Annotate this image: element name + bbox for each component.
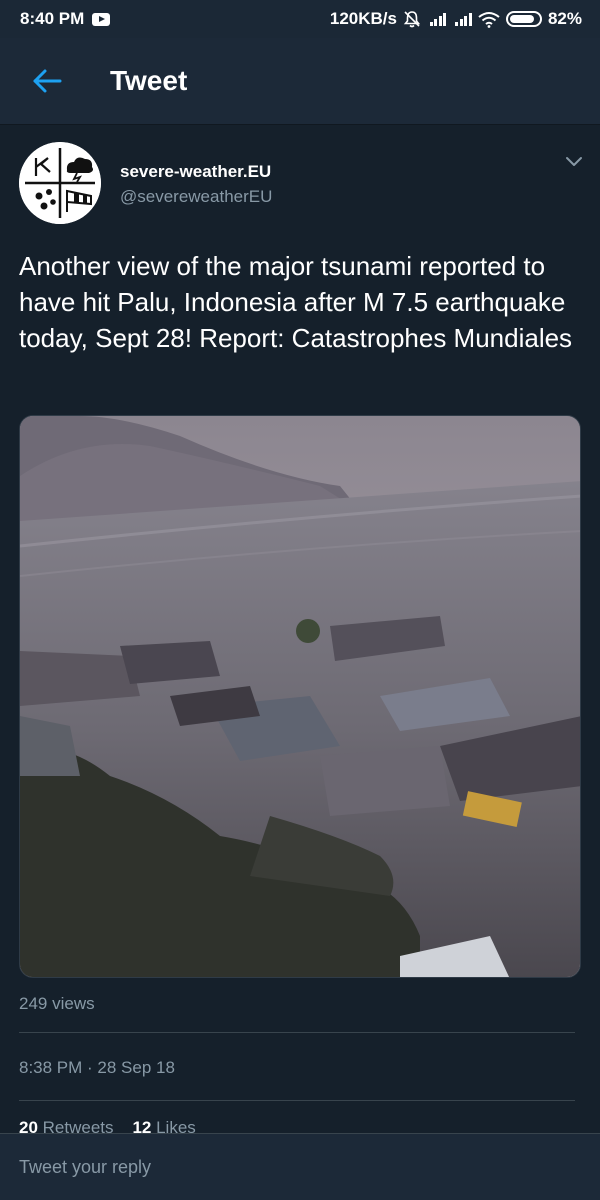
avatar[interactable] [19, 142, 101, 224]
tweet-text: Another view of the major tsunami report… [19, 251, 573, 353]
author-handle[interactable]: @severeweatherEU [120, 187, 272, 207]
chevron-down-icon[interactable] [562, 152, 586, 172]
retweet-count[interactable]: 20 [19, 1118, 38, 1133]
status-bar: 8:40 PM 120KB/s 82% [0, 0, 600, 38]
battery-level: 82% [547, 9, 582, 28]
tweet-timestamp: 8:38 PM · 28 Sep 18 [19, 1058, 175, 1077]
tweet-video[interactable] [19, 415, 581, 978]
page-title: Tweet [110, 65, 188, 96]
reply-input[interactable] [0, 1134, 600, 1200]
app-bar: Tweet [0, 38, 600, 124]
arrow-left-icon[interactable] [26, 60, 68, 102]
wifi-icon [478, 11, 500, 28]
network-speed: 120KB/s [329, 9, 397, 28]
divider [19, 1032, 575, 1033]
retweet-label[interactable]: Retweets [43, 1118, 114, 1133]
reply-bar [0, 1133, 600, 1200]
divider [19, 1100, 575, 1101]
battery-icon [505, 11, 542, 27]
clock: 8:40 PM [20, 9, 85, 28]
signal-icon [429, 12, 447, 26]
like-label[interactable]: Likes [156, 1118, 196, 1133]
signal-icon [455, 12, 472, 26]
status-bar-right: 120KB/s 82% [330, 9, 600, 29]
view-count: 249 views [19, 994, 95, 1013]
status-bar-left: 8:40 PM [0, 9, 111, 29]
mute-icon [403, 11, 421, 28]
author-name[interactable]: severe-weather.EU [120, 162, 271, 182]
tweet-stats: 20 Retweets 12 Likes [19, 1118, 196, 1133]
like-count[interactable]: 12 [132, 1118, 151, 1133]
youtube-icon [92, 12, 111, 26]
